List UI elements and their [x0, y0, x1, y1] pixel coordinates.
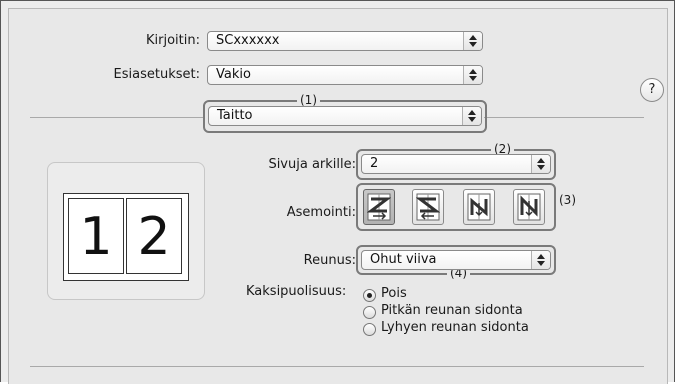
chevron-updown-icon — [463, 32, 482, 50]
callout-label-3: (3) — [556, 193, 579, 207]
two-sided-label: Kaksipuolisuus: — [246, 284, 347, 299]
printer-value: SCxxxxxx — [216, 33, 280, 48]
preview-sheet: 1 2 — [63, 193, 189, 281]
presets-label: Esiasetukset: — [113, 67, 200, 82]
preview-page-1: 1 — [68, 198, 124, 274]
chevron-updown-icon — [531, 251, 550, 269]
layout-z-right-left-button[interactable] — [412, 189, 444, 225]
layout-n-top-bottom-right-button[interactable] — [513, 189, 545, 225]
chevron-updown-icon — [531, 155, 550, 173]
radio-off-label: Pois — [381, 286, 407, 301]
layout-direction-label: Asemointi: — [286, 205, 356, 220]
callout-label-1: (1) — [297, 93, 320, 107]
pages-per-sheet-label: Sivuja arkille: — [268, 157, 356, 172]
radio-long-edge[interactable] — [363, 306, 376, 319]
z-right-left-icon — [416, 193, 440, 221]
printer-label: Kirjoitin: — [146, 33, 200, 48]
presets-value: Vakio — [216, 67, 251, 82]
n-top-bottom-right-icon — [517, 193, 541, 221]
panel-select[interactable]: Taitto — [208, 106, 482, 126]
radio-short-edge-label: Lyhyen reunan sidonta — [381, 320, 529, 335]
panel-value: Taitto — [217, 108, 253, 123]
chevron-updown-icon — [462, 107, 481, 125]
separator-left — [30, 117, 205, 118]
separator-right — [484, 117, 644, 118]
radio-long-edge-label: Pitkän reunan sidonta — [381, 303, 523, 318]
help-button[interactable]: ? — [640, 78, 664, 102]
border-select[interactable]: Ohut viiva — [361, 250, 551, 270]
z-left-right-icon — [367, 193, 391, 221]
radio-short-edge[interactable] — [363, 323, 376, 336]
printer-select[interactable]: SCxxxxxx — [207, 31, 483, 51]
border-value: Ohut viiva — [370, 252, 437, 267]
separator-bottom — [30, 366, 644, 367]
chevron-updown-icon — [463, 66, 482, 84]
layout-z-left-right-button[interactable] — [363, 189, 395, 225]
layout-n-top-bottom-left-button[interactable] — [463, 189, 495, 225]
preview-page-2: 2 — [126, 198, 182, 274]
border-label: Reunus: — [303, 253, 356, 268]
radio-off[interactable] — [363, 289, 376, 302]
n-top-bottom-left-icon — [467, 193, 491, 221]
pages-per-sheet-value: 2 — [370, 156, 379, 171]
pages-per-sheet-select[interactable]: 2 — [361, 154, 551, 174]
presets-select[interactable]: Vakio — [207, 65, 483, 85]
